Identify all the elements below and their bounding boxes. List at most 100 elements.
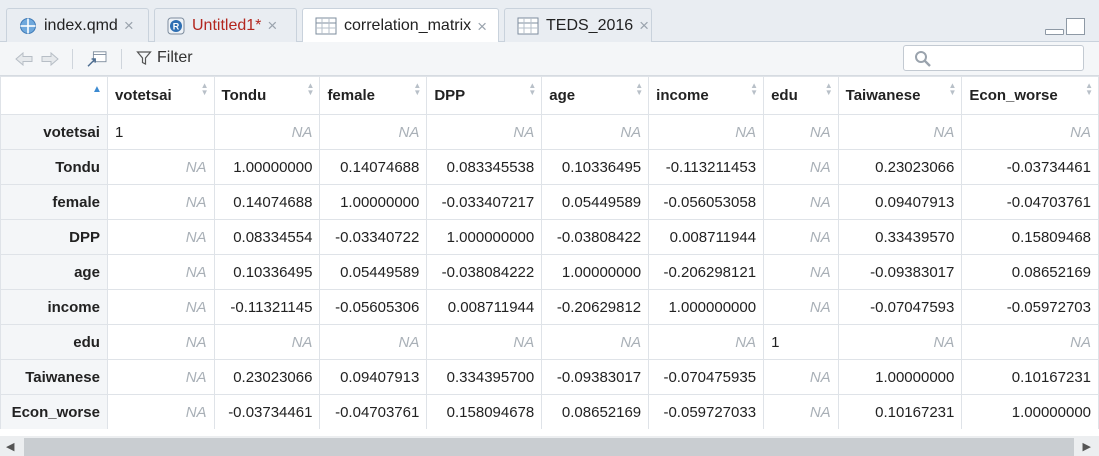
back-arrow-icon[interactable]: [14, 50, 34, 68]
column-header-tondu[interactable]: Tondu ▲ ▼: [213, 76, 321, 115]
table-cell: 0.10167231: [837, 394, 963, 429]
sort-icon: ▲ ▼: [750, 81, 759, 97]
svg-text:R: R: [173, 21, 180, 31]
minimize-pane-icon[interactable]: [1045, 29, 1064, 35]
table-row: Econ_worse NA -0.03734461 -0.04703761 0.1580…: [0, 394, 1099, 429]
table-cell: -0.04703761: [961, 184, 1099, 220]
table-cell: 0.10336495: [213, 254, 321, 290]
table-cell: 0.08334554: [213, 219, 321, 255]
table-cell: NA: [213, 324, 321, 360]
table-cell: 0.33439570: [837, 219, 963, 255]
data-grid-viewport: ▲ votetsai ▲ ▼ Tondu ▲ ▼ female ▲ ▼ DPP ▲ ▼ age ▲…: [0, 76, 1099, 429]
column-header-taiwanese[interactable]: Taiwanese ▲ ▼: [837, 76, 963, 115]
table-cell: NA: [837, 114, 963, 150]
maximize-pane-icon[interactable]: [1066, 18, 1085, 35]
sort-icon: ▲ ▼: [948, 81, 957, 97]
sort-icon: ▲ ▼: [528, 81, 537, 97]
show-in-new-window-icon[interactable]: [85, 50, 109, 68]
table-cell: 1.000000000: [648, 289, 765, 325]
close-tab-icon[interactable]: ×: [267, 17, 277, 34]
table-cell: -0.05972703: [961, 289, 1099, 325]
table-cell: 0.334395700: [426, 359, 543, 395]
scroll-right-icon[interactable]: ▶: [1083, 440, 1091, 453]
table-cell: NA: [763, 289, 839, 325]
table-cell: -0.056053058: [648, 184, 765, 220]
table-cell: 0.10336495: [541, 149, 650, 185]
search-field[interactable]: [903, 45, 1084, 71]
sort-icon: ▲ ▼: [635, 81, 644, 97]
table-cell: 0.08652169: [961, 254, 1099, 290]
table-cell: 0.14074688: [213, 184, 321, 220]
tab-label: Untitled1*: [192, 16, 262, 34]
tab-correlation-matrix[interactable]: correlation_matrix ×: [302, 8, 499, 43]
column-header-age[interactable]: age ▲ ▼: [541, 76, 650, 115]
tab-label: correlation_matrix: [344, 17, 472, 34]
table-cell: 0.23023066: [213, 359, 321, 395]
table-cell: -0.070475935: [648, 359, 765, 395]
table-cell: 0.008711944: [648, 219, 765, 255]
table-cell: -0.038084222: [426, 254, 543, 290]
table-body: votetsai 1 NA NA NA NA NA NA NA NA Tondu NA 1.000000…: [0, 114, 1099, 429]
table-cell: NA: [319, 324, 428, 360]
table-cell: 0.05449589: [319, 254, 428, 290]
table-cell: 1.000000000: [426, 219, 543, 255]
table-cell: NA: [426, 114, 543, 150]
table-cell: NA: [763, 219, 839, 255]
table-cell: NA: [763, 114, 839, 150]
table-cell: -0.113211453: [648, 149, 765, 185]
table-cell: 0.008711944: [426, 289, 543, 325]
table-cell: NA: [763, 254, 839, 290]
table-cell: 1.00000000: [961, 394, 1099, 429]
sort-icon: ▲ ▼: [1085, 81, 1093, 97]
table-cell: -0.033407217: [426, 184, 543, 220]
table-cell: 0.15809468: [961, 219, 1099, 255]
table-cell: 0.09407913: [319, 359, 428, 395]
close-tab-icon[interactable]: ×: [639, 17, 649, 34]
filter-button[interactable]: Filter: [136, 49, 193, 67]
horizontal-scrollbar[interactable]: ◀ ▶: [0, 436, 1099, 456]
table-cell: NA: [106, 184, 215, 220]
tab-label: TEDS_2016: [546, 16, 634, 34]
row-names-header[interactable]: ▲: [0, 76, 108, 115]
table-cell: NA: [106, 219, 215, 255]
table-cell: 0.05449589: [541, 184, 650, 220]
close-tab-icon[interactable]: ×: [124, 17, 134, 34]
row-name-cell: income: [0, 289, 108, 325]
table-cell: -0.20629812: [541, 289, 650, 325]
table-cell: 0.23023066: [837, 149, 963, 185]
column-header-econ-worse[interactable]: Econ_worse ▲ ▼: [961, 76, 1099, 115]
column-header-votetsai[interactable]: votetsai ▲ ▼: [106, 76, 215, 115]
table-cell: NA: [106, 149, 215, 185]
sort-icon: ▲ ▼: [200, 81, 209, 97]
table-cell: -0.05605306: [319, 289, 428, 325]
column-header-income[interactable]: income ▲ ▼: [648, 76, 765, 115]
table-cell: NA: [763, 184, 839, 220]
table-cell: -0.206298121: [648, 254, 765, 290]
scrollbar-thumb[interactable]: [24, 438, 1074, 456]
column-header-dpp[interactable]: DPP ▲ ▼: [426, 76, 543, 115]
table-cell: -0.03734461: [961, 149, 1099, 185]
table-cell: NA: [763, 359, 839, 395]
search-input[interactable]: [938, 49, 1082, 69]
column-header-female[interactable]: female ▲ ▼: [319, 76, 428, 115]
column-header-label: income: [656, 87, 709, 104]
toolbar-divider: [121, 49, 122, 69]
close-tab-icon[interactable]: ×: [477, 18, 487, 35]
tab-untitled1[interactable]: R Untitled1* ×: [154, 8, 297, 42]
quarto-document-icon: [20, 17, 36, 34]
tab-index-qmd[interactable]: index.qmd ×: [6, 8, 149, 42]
scroll-left-icon[interactable]: ◀: [6, 440, 14, 453]
editor-tab-bar: index.qmd × R Untitled1* × correlation_m…: [0, 0, 1099, 43]
forward-arrow-icon[interactable]: [40, 50, 60, 68]
table-cell: NA: [106, 394, 215, 429]
table-cell: 0.14074688: [319, 149, 428, 185]
table-cell: -0.03808422: [541, 219, 650, 255]
row-name-cell: DPP: [0, 219, 108, 255]
column-header-label: Taiwanese: [845, 87, 921, 104]
table-cell: NA: [106, 324, 215, 360]
tab-label: index.qmd: [44, 16, 118, 34]
column-header-edu[interactable]: edu ▲ ▼: [763, 76, 839, 115]
r-script-icon: R: [167, 17, 185, 34]
table-cell: NA: [106, 359, 215, 395]
tab-teds-2016[interactable]: TEDS_2016 ×: [504, 8, 652, 42]
